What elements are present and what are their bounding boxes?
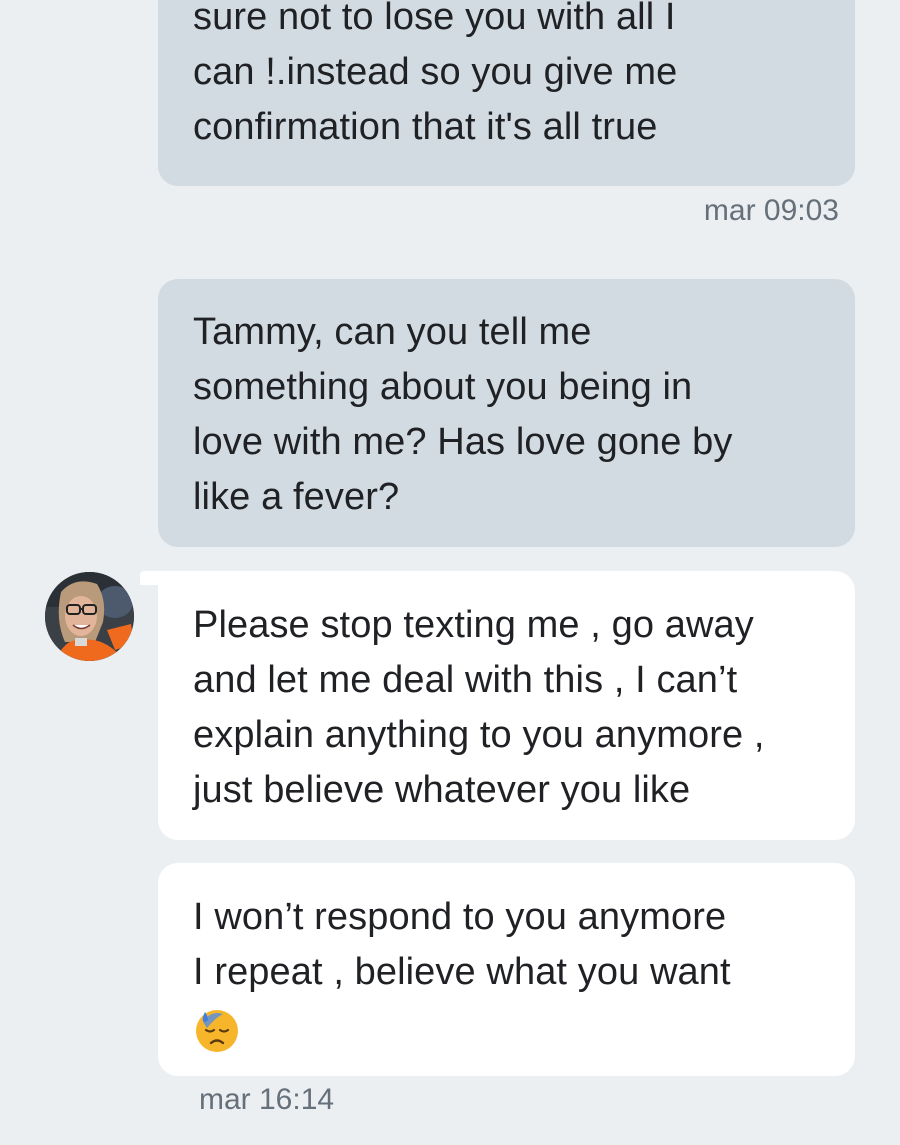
message-text-line: Please stop texting me , go away [193,604,754,646]
message-text-line: can !.instead so you give me [193,51,678,93]
message-text-line: just believe whatever you like [193,769,691,811]
message-text-line: I repeat , believe what you want [193,951,731,993]
message-text-line: something about you being in [193,366,693,408]
message-text-line: Tammy, can you tell me [193,311,592,353]
sad-sweat-face-emoji [196,1009,238,1052]
incoming-message-bubble[interactable]: Please stop texting me , go away and let… [158,571,855,840]
emoji-line [193,1000,855,1055]
outgoing-message-bubble[interactable]: Tammy, can you tell me something about y… [158,279,855,547]
contact-avatar[interactable] [45,572,134,661]
message-text-line: confirmation that it's all true [193,106,658,148]
incoming-message-bubble[interactable]: I won’t respond to you anymore I repeat … [158,863,855,1076]
message-timestamp: mar 16:14 [199,1083,335,1116]
message-text-line: explain anything to you anymore , [193,714,765,756]
message-text-line: like a fever? [193,476,400,518]
message-text-line: and let me deal with this , I can’t [193,659,738,701]
message-text-line: love with me? Has love gone by [193,421,733,463]
outgoing-message-bubble[interactable]: sure not to lose you with all I can !.in… [158,0,855,186]
message-text-line: I won’t respond to you anymore [193,896,727,938]
message-text-line: sure not to lose you with all I [193,0,676,38]
message-timestamp: mar 09:03 [703,194,839,227]
contact-photo-avatar [45,572,134,661]
